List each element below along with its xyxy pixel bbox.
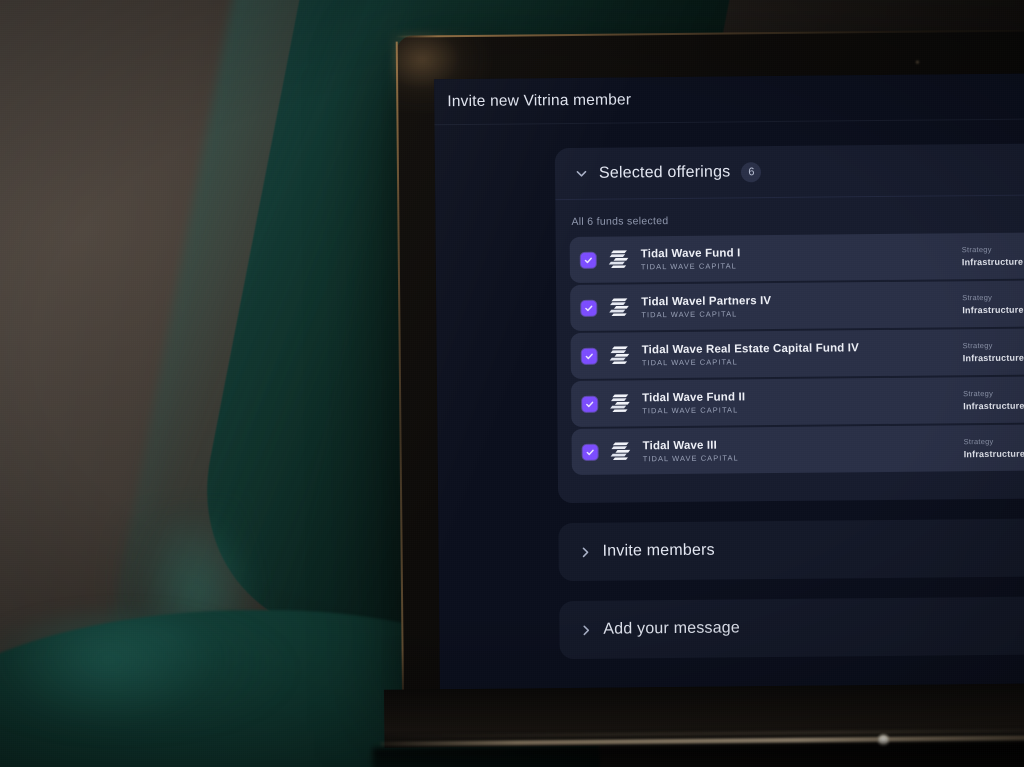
photo-grain	[0, 0, 1024, 767]
photo-scene: Invite new Vitrina member Selected offer…	[0, 0, 1024, 767]
